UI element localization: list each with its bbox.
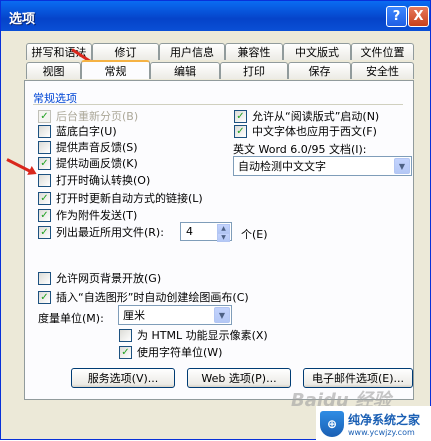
tab-general[interactable]: 常规: [81, 60, 150, 79]
option-chinese-font-western[interactable]: ✓ 中文字体也应用于西文(F): [234, 124, 377, 138]
checkbox[interactable]: [38, 173, 51, 187]
option-label: 为 HTML 功能显示像素(X): [137, 329, 268, 342]
checkbox[interactable]: ✓: [38, 290, 51, 304]
tab-label: 用户信息: [170, 46, 214, 59]
english-doc-select[interactable]: 自动检测中文文字 ▼: [233, 156, 412, 176]
title-bar[interactable]: 选项 ? X: [1, 1, 430, 31]
option-label: 后台重新分页(B): [56, 110, 139, 123]
button-label: 电子邮件选项(E)...: [311, 372, 405, 385]
checkbox[interactable]: ✓: [38, 225, 51, 239]
option-animation-feedback[interactable]: ✓ 提供动画反馈(K): [38, 156, 138, 170]
spinner-value: 4: [186, 225, 193, 238]
option-label: 允许网页背景开放(G): [56, 272, 162, 285]
option-recent-files[interactable]: ✓ 列出最近所用文件(R):: [38, 225, 164, 239]
email-options-button[interactable]: 电子邮件选项(E)...: [303, 368, 413, 388]
option-label: 列出最近所用文件(R):: [56, 226, 164, 239]
shield-icon: ⊕: [320, 410, 344, 437]
checkbox[interactable]: ✓: [38, 156, 51, 170]
tab-label: 打印: [243, 65, 265, 78]
tab-print[interactable]: 打印: [220, 62, 288, 79]
tab-security[interactable]: 安全性: [351, 62, 414, 79]
checkbox[interactable]: ✓: [38, 208, 51, 222]
option-label: 允许从“阅读版式”启动(N): [252, 110, 380, 123]
measure-select[interactable]: 厘米 ▼: [118, 305, 232, 325]
tab-track-changes[interactable]: 修订: [92, 43, 159, 60]
option-update-links[interactable]: ✓ 打开时更新自动方式的链接(L): [38, 191, 203, 205]
option-label: 使用字符单位(W): [137, 346, 223, 359]
tab-label: 修订: [114, 46, 137, 59]
tab-label: 文件位置: [360, 46, 405, 59]
option-sound-feedback[interactable]: 提供声音反馈(S): [38, 140, 138, 154]
option-background-repagination[interactable]: ✓ 后台重新分页(B): [38, 109, 138, 123]
checkbox[interactable]: [38, 271, 51, 285]
option-label: 打开时确认转换(O): [56, 174, 151, 187]
tab-file-locations[interactable]: 文件位置: [351, 43, 414, 60]
checkbox[interactable]: ✓: [119, 345, 132, 359]
web-options-button[interactable]: Web 选项(P)...: [187, 368, 291, 388]
option-character-units[interactable]: ✓ 使用字符单位(W): [119, 345, 222, 359]
tab-asian-typography[interactable]: 中文版式: [283, 43, 351, 60]
checkbox[interactable]: [38, 140, 51, 154]
measure-label: 度量单位(M):: [38, 312, 104, 325]
option-label: 中文字体也应用于西文(F): [252, 125, 377, 138]
checkbox[interactable]: ✓: [234, 109, 247, 123]
tab-label: 视图: [42, 65, 65, 78]
chevron-down-icon[interactable]: ▼: [214, 307, 230, 323]
option-label: 提供动画反馈(K): [56, 157, 138, 170]
checkbox[interactable]: [38, 124, 51, 138]
group-divider: [33, 104, 403, 105]
option-label: 作为附件发送(T): [56, 209, 138, 222]
site-logo: ⊕ 纯净系统之家 www.ycwjzy.com: [316, 406, 431, 441]
option-send-as-attachment[interactable]: ✓ 作为附件发送(T): [38, 208, 137, 222]
tab-label: 编辑: [174, 65, 196, 78]
checkbox[interactable]: [119, 328, 132, 342]
tab-view[interactable]: 视图: [26, 62, 81, 79]
tab-save[interactable]: 保存: [288, 62, 351, 79]
option-label: 插入“自选图形”时自动创建绘图画布(C): [56, 291, 249, 304]
option-label: 提供声音反馈(S): [56, 141, 138, 154]
select-value: 厘米: [123, 309, 145, 322]
options-dialog: 选项 ? X 拼写和语法 修订 用户信息 兼容性 中文版式 文件位置 视图 常规…: [0, 0, 431, 441]
recent-files-spinner[interactable]: 4 ▲ ▼: [180, 222, 232, 242]
chevron-down-icon[interactable]: ▼: [394, 158, 410, 174]
checkbox[interactable]: ✓: [38, 109, 51, 123]
tab-compatibility[interactable]: 兼容性: [225, 43, 283, 60]
tab-label: 保存: [308, 65, 331, 78]
select-value: 自动检测中文文字: [238, 160, 326, 173]
option-allow-reading-layout[interactable]: ✓ 允许从“阅读版式”启动(N): [234, 109, 379, 123]
help-icon: ?: [392, 9, 401, 24]
option-html-pixels[interactable]: 为 HTML 功能显示像素(X): [119, 328, 268, 342]
tab-label: 常规: [104, 64, 127, 78]
logo-main-text: 纯净系统之家: [348, 412, 421, 427]
tab-user-info[interactable]: 用户信息: [159, 43, 225, 60]
service-options-button[interactable]: 服务选项(V)...: [71, 368, 175, 388]
spin-up-icon[interactable]: ▲: [217, 224, 230, 233]
close-button[interactable]: X: [408, 6, 429, 27]
tab-label: 中文版式: [295, 46, 339, 59]
checkbox[interactable]: ✓: [38, 191, 51, 205]
button-label: 服务选项(V)...: [87, 372, 159, 385]
button-label: Web 选项(P)...: [201, 372, 277, 385]
close-icon: X: [413, 9, 424, 24]
window-title: 选项: [9, 12, 36, 27]
option-confirm-conversion[interactable]: 打开时确认转换(O): [38, 173, 150, 187]
spinner-buttons[interactable]: ▲ ▼: [217, 224, 230, 242]
option-web-background[interactable]: 允许网页背景开放(G): [38, 271, 161, 285]
option-label: 打开时更新自动方式的链接(L): [56, 192, 203, 205]
tab-label: 安全性: [366, 65, 399, 78]
option-blue-background[interactable]: 蓝底白字(U): [38, 124, 117, 138]
spin-down-icon[interactable]: ▼: [217, 233, 230, 242]
english-doc-label: 英文 Word 6.0/95 文档(I):: [233, 143, 367, 156]
option-label: 蓝底白字(U): [56, 125, 117, 138]
checkbox[interactable]: ✓: [234, 124, 247, 138]
tab-label: 兼容性: [237, 46, 271, 59]
option-auto-canvas[interactable]: ✓ 插入“自选图形”时自动创建绘图画布(C): [38, 290, 249, 304]
recent-files-suffix: 个(E): [241, 228, 268, 241]
logo-sub-text: www.ycwjzy.com: [348, 427, 415, 437]
help-button[interactable]: ?: [386, 6, 407, 27]
tab-edit[interactable]: 编辑: [150, 62, 220, 79]
